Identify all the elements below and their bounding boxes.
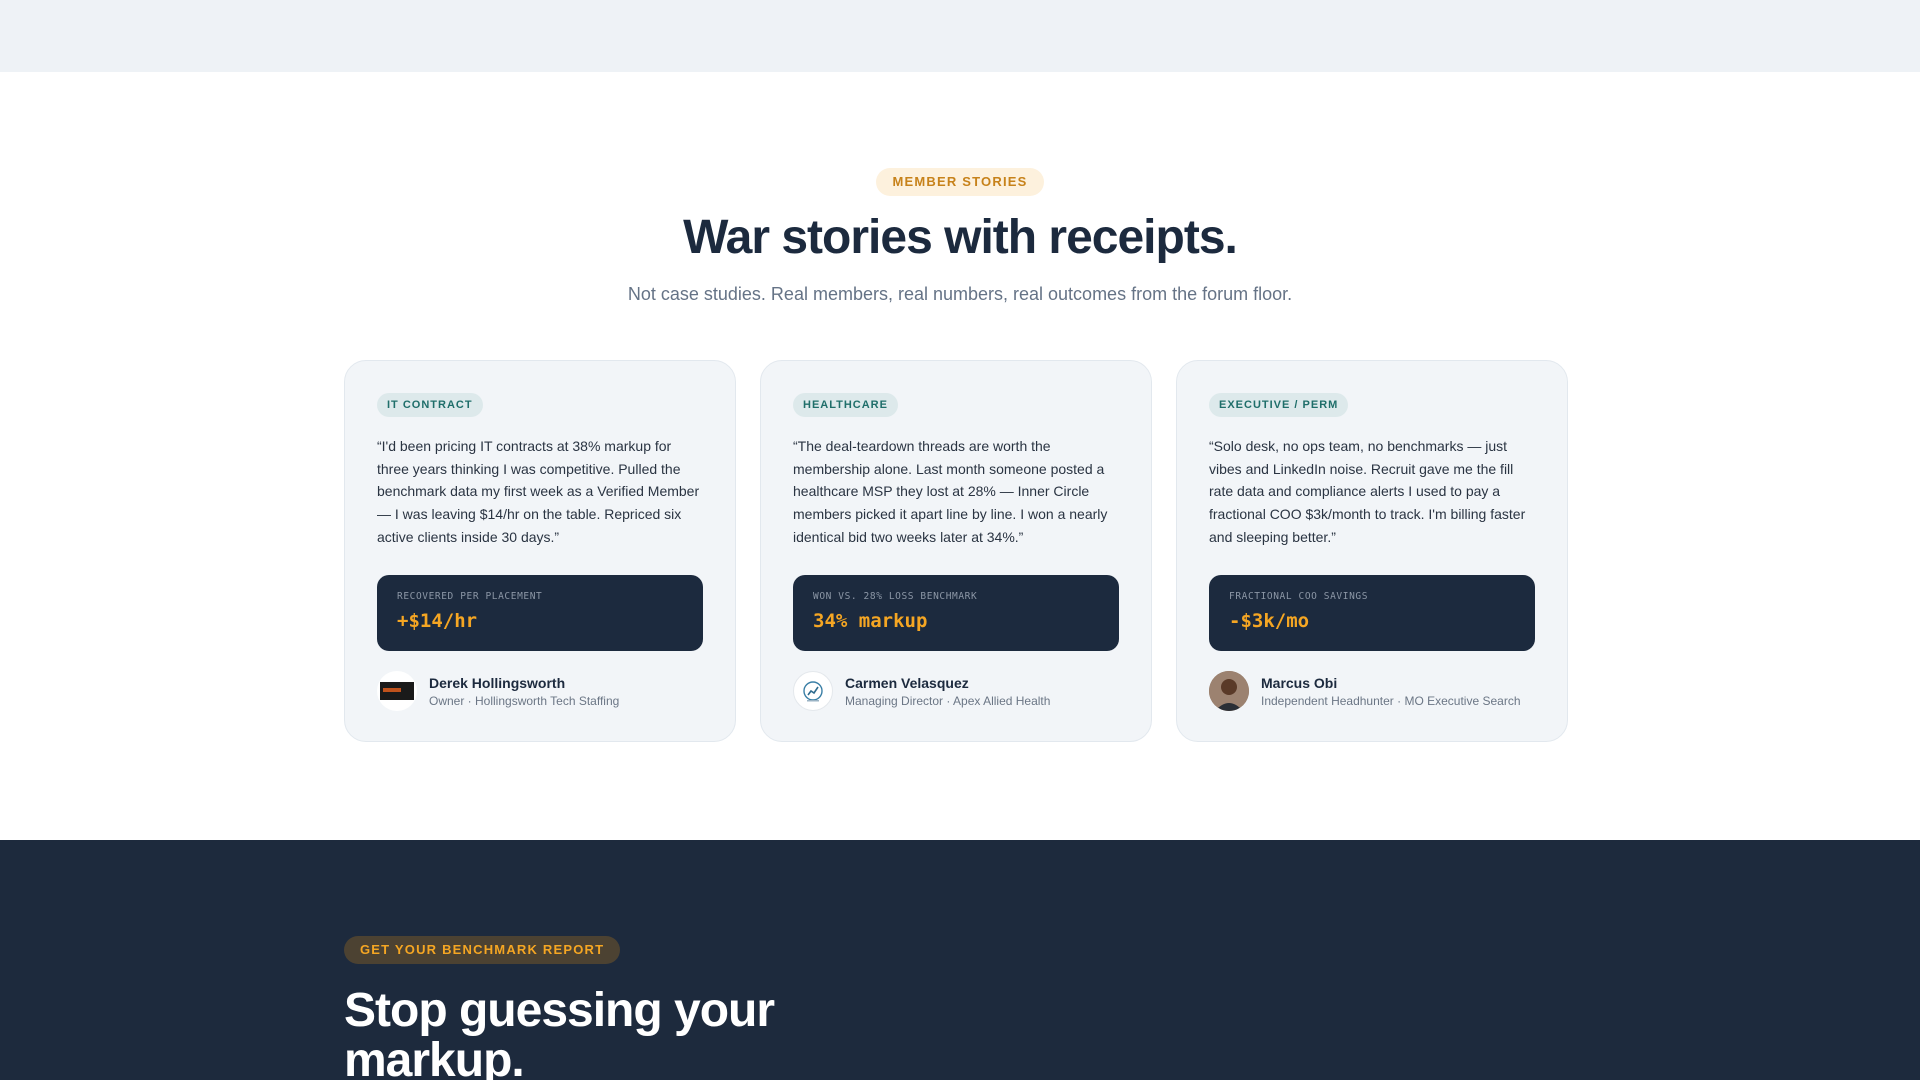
stat-value: 34% markup — [813, 610, 928, 632]
section-title: War stories with receipts. — [683, 211, 1238, 264]
member-stories-section: MEMBER STORIES War stories with receipts… — [0, 72, 1920, 840]
stat-label: RECOVERED PER PLACEMENT — [397, 591, 543, 602]
member-text: Carmen Velasquez Managing Director · Ape… — [845, 674, 1050, 709]
member-info: Marcus Obi Independent Headhunter · MO E… — [1209, 671, 1551, 711]
section-subtitle: Not case studies. Real members, real num… — [627, 284, 1293, 304]
story-card-it-contract: IT CONTRACT “I'd been pricing IT contrac… — [344, 360, 736, 742]
logo-mark-icon — [380, 682, 414, 700]
stat-value: -$3k/mo — [1229, 610, 1310, 632]
member-name: Derek Hollingsworth — [429, 674, 566, 691]
member-photo-avatar — [1209, 671, 1249, 711]
member-info: Carmen Velasquez Managing Director · Ape… — [793, 671, 1135, 711]
card-tag: HEALTHCARE — [793, 393, 898, 417]
cta-eyebrow-badge: GET YOUR BENCHMARK REPORT — [344, 936, 621, 964]
benchmark-cta-section: GET YOUR BENCHMARK REPORT Stop guessing … — [0, 840, 1920, 1080]
member-role: Managing Director · Apex Allied Health — [845, 693, 1051, 708]
member-name: Carmen Velasquez — [845, 674, 969, 691]
card-quote: “I'd been pricing IT contracts at 38% ma… — [377, 438, 700, 545]
company-logo-avatar — [377, 671, 417, 711]
person-photo-icon — [1209, 671, 1249, 711]
stat-box: FRACTIONAL COO SAVINGS -$3k/mo — [1209, 575, 1535, 651]
company-logo-avatar — [793, 671, 833, 711]
card-tag: IT CONTRACT — [377, 393, 483, 417]
member-role: Independent Headhunter · MO Executive Se… — [1261, 693, 1521, 708]
stat-label: WON VS. 28% LOSS BENCHMARK — [813, 591, 978, 602]
top-header-bar — [0, 0, 1920, 72]
chart-logo-icon — [803, 681, 823, 702]
member-text: Derek Hollingsworth Owner · Hollingswort… — [429, 674, 619, 709]
section-eyebrow-badge: MEMBER STORIES — [876, 168, 1044, 196]
stat-box: RECOVERED PER PLACEMENT +$14/hr — [377, 575, 703, 651]
stat-box: WON VS. 28% LOSS BENCHMARK 34% markup — [793, 575, 1119, 651]
card-tag: EXECUTIVE / PERM — [1209, 393, 1349, 417]
member-text: Marcus Obi Independent Headhunter · MO E… — [1261, 674, 1521, 709]
card-quote: “The deal-teardown threads are worth the… — [793, 438, 1108, 545]
story-card-healthcare: HEALTHCARE “The deal-teardown threads ar… — [760, 360, 1152, 742]
stat-value: +$14/hr — [397, 610, 478, 632]
cta-title: Stop guessing your markup. — [344, 984, 775, 1080]
stat-label: FRACTIONAL COO SAVINGS — [1229, 591, 1369, 602]
eyebrow-wrap: MEMBER STORIES — [0, 72, 1920, 196]
member-role: Owner · Hollingsworth Tech Staffing — [429, 693, 620, 708]
member-info: Derek Hollingsworth Owner · Hollingswort… — [377, 671, 719, 711]
card-quote: “Solo desk, no ops team, no benchmarks —… — [1209, 438, 1526, 545]
story-cards: IT CONTRACT “I'd been pricing IT contrac… — [344, 360, 1568, 742]
story-card-executive-perm: EXECUTIVE / PERM “Solo desk, no ops team… — [1176, 360, 1568, 742]
member-name: Marcus Obi — [1261, 674, 1338, 691]
